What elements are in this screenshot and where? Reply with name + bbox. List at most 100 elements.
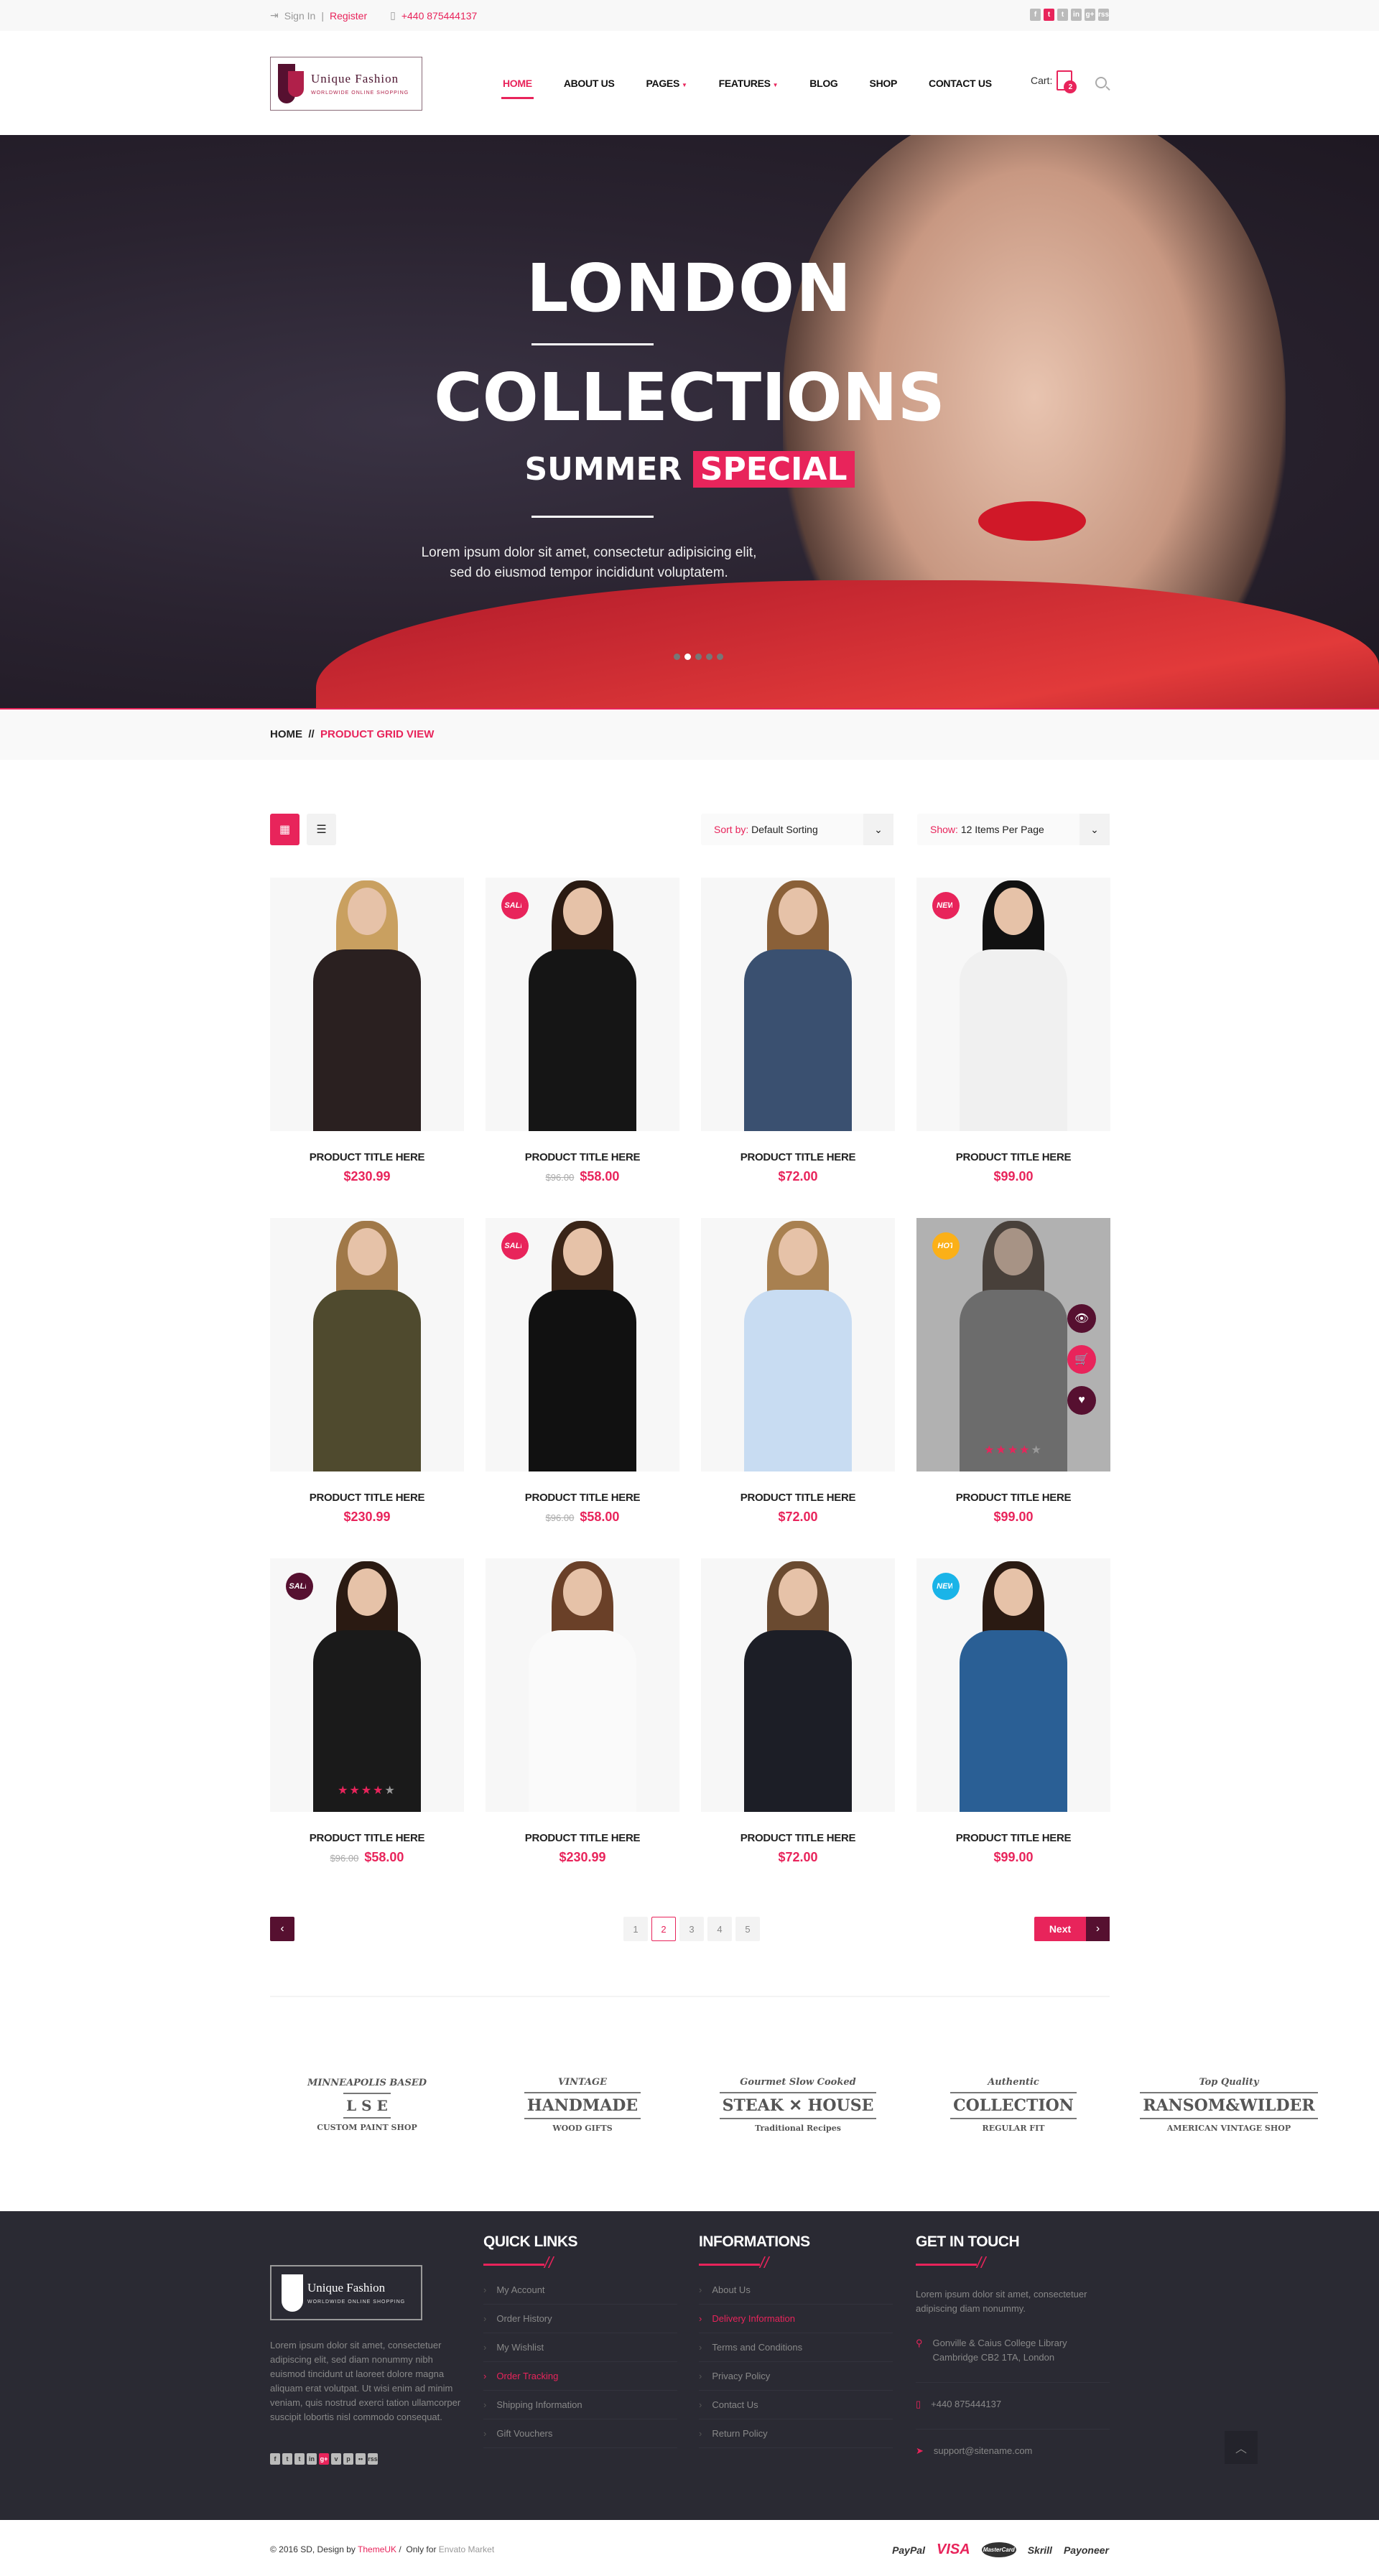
product-title[interactable]: PRODUCT TITLE HERE xyxy=(486,1492,679,1504)
product-title[interactable]: PRODUCT TITLE HERE xyxy=(486,1151,679,1163)
product-title[interactable]: PRODUCT TITLE HERE xyxy=(701,1492,895,1504)
footer-social-icon-2[interactable]: t xyxy=(294,2453,305,2465)
eye-button[interactable]: 👁 xyxy=(1067,1304,1096,1333)
product-image[interactable]: NEW xyxy=(916,1558,1110,1812)
nav-item-about-us[interactable]: ABOUT US xyxy=(564,78,615,89)
brand-logo[interactable]: Top Quality RANSOM&WILDER AMERICAN VINTAGE… xyxy=(1132,2063,1326,2146)
slider-dot[interactable] xyxy=(674,654,680,660)
product-title[interactable]: PRODUCT TITLE HERE xyxy=(916,1832,1110,1844)
nav-item-shop[interactable]: SHOP xyxy=(870,78,898,89)
product-card[interactable]: SALE PRODUCT TITLE HERE $96.00 $58.00 xyxy=(486,878,679,1184)
product-image[interactable] xyxy=(701,1218,895,1471)
slider-dot[interactable] xyxy=(684,654,691,660)
info-link[interactable]: Return Policy xyxy=(699,2419,893,2448)
quick-link[interactable]: Shipping Information xyxy=(483,2391,677,2419)
product-card[interactable]: PRODUCT TITLE HERE $230.99 xyxy=(486,1558,679,1865)
grid-view-button[interactable]: ▦ xyxy=(270,814,300,845)
brand-logo[interactable]: MINNEAPOLIS BASED L S E CUSTOM PAINT SHOP xyxy=(270,2063,464,2146)
slider-dot[interactable] xyxy=(706,654,712,660)
footer-social-icon-7[interactable]: •• xyxy=(356,2453,366,2465)
nav-item-pages[interactable]: PAGES ▼ xyxy=(646,78,687,89)
product-image[interactable]: 👁 🛒 ♥ HOT ★★★★★ xyxy=(916,1218,1110,1471)
sort-select[interactable]: Sort by: Default Sorting ⌄ xyxy=(701,814,893,845)
product-title[interactable]: PRODUCT TITLE HERE xyxy=(916,1492,1110,1504)
footer-social-icon-8[interactable]: rss xyxy=(368,2453,378,2465)
info-link[interactable]: About Us xyxy=(699,2276,893,2305)
product-card[interactable]: SALE ★★★★★ PRODUCT TITLE HERE $96.00 $58.00 xyxy=(270,1558,464,1865)
page-3[interactable]: 3 xyxy=(679,1917,704,1941)
footer-logo[interactable]: Unique Fashion WORLDWIDE ONLINE SHOPPING xyxy=(270,2265,422,2320)
brand-logo[interactable]: VINTAGE HANDMADE WOOD GIFTS xyxy=(486,2063,679,2146)
product-image[interactable]: SALE ★★★★★ xyxy=(270,1558,464,1812)
next-page-button[interactable]: Next › xyxy=(1034,1917,1110,1941)
product-title[interactable]: PRODUCT TITLE HERE xyxy=(916,1151,1110,1163)
quick-link[interactable]: My Wishlist xyxy=(483,2333,677,2362)
product-title[interactable]: PRODUCT TITLE HERE xyxy=(486,1832,679,1844)
brand-logo[interactable]: Authentic COLLECTION REGULAR FIT xyxy=(916,2063,1110,2146)
product-image[interactable] xyxy=(270,1218,464,1471)
product-card[interactable]: 👁 🛒 ♥ HOT ★★★★★ PRODUCT TITLE HERE $99.00 xyxy=(916,1218,1110,1525)
product-image[interactable]: SALE xyxy=(486,878,679,1131)
nav-item-blog[interactable]: BLOG xyxy=(809,78,838,89)
product-image[interactable]: SALE xyxy=(486,1218,679,1471)
sign-in-link[interactable]: Sign In xyxy=(284,10,316,22)
nav-item-home[interactable]: HOME xyxy=(501,78,534,99)
cart-button[interactable]: Cart: 2 xyxy=(1031,70,1077,93)
search-icon[interactable] xyxy=(1095,77,1107,88)
page-4[interactable]: 4 xyxy=(707,1917,732,1941)
product-card[interactable]: PRODUCT TITLE HERE $230.99 xyxy=(270,878,464,1184)
footer-social-icon-6[interactable]: p xyxy=(343,2453,353,2465)
page-1[interactable]: 1 xyxy=(623,1917,648,1941)
footer-social-icon-5[interactable]: v xyxy=(331,2453,341,2465)
heart-button[interactable]: ♥ xyxy=(1067,1386,1096,1415)
product-card[interactable]: SALE PRODUCT TITLE HERE $96.00 $58.00 xyxy=(486,1218,679,1525)
slider-dot[interactable] xyxy=(695,654,702,660)
social-icon-4[interactable]: g+ xyxy=(1085,9,1095,21)
footer-social-icon-4[interactable]: g+ xyxy=(319,2453,329,2465)
page-2[interactable]: 2 xyxy=(651,1917,676,1941)
list-view-button[interactable]: ☰ xyxy=(307,814,336,845)
product-card[interactable]: PRODUCT TITLE HERE $230.99 xyxy=(270,1218,464,1525)
logo[interactable]: Unique Fashion WORLDWIDE ONLINE SHOPPING xyxy=(270,57,422,111)
product-card[interactable]: NEW PRODUCT TITLE HERE $99.00 xyxy=(916,878,1110,1184)
nav-item-contact-us[interactable]: CONTACT US xyxy=(929,78,992,89)
product-title[interactable]: PRODUCT TITLE HERE xyxy=(701,1151,895,1163)
product-image[interactable] xyxy=(701,1558,895,1812)
quick-link[interactable]: Gift Vouchers xyxy=(483,2419,677,2448)
register-link[interactable]: Register xyxy=(330,10,367,22)
social-icon-5[interactable]: rss xyxy=(1098,9,1109,21)
product-card[interactable]: PRODUCT TITLE HERE $72.00 xyxy=(701,1218,895,1525)
designer-link[interactable]: ThemeUK xyxy=(358,2544,396,2554)
product-card[interactable]: PRODUCT TITLE HERE $72.00 xyxy=(701,1558,895,1865)
quick-link[interactable]: My Account xyxy=(483,2276,677,2305)
slider-dot[interactable] xyxy=(717,654,723,660)
product-image[interactable]: NEW xyxy=(916,878,1110,1131)
info-link[interactable]: Delivery Information xyxy=(699,2305,893,2333)
product-title[interactable]: PRODUCT TITLE HERE xyxy=(701,1832,895,1844)
contact-email[interactable]: support@sitename.com xyxy=(934,2444,1032,2458)
info-link[interactable]: Contact Us xyxy=(699,2391,893,2419)
market-link[interactable]: Envato Market xyxy=(439,2544,494,2554)
footer-social-icon-0[interactable]: f xyxy=(270,2453,280,2465)
product-card[interactable]: NEW PRODUCT TITLE HERE $99.00 xyxy=(916,1558,1110,1865)
page-5[interactable]: 5 xyxy=(735,1917,760,1941)
social-icon-2[interactable]: t xyxy=(1057,9,1068,21)
product-title[interactable]: PRODUCT TITLE HERE xyxy=(270,1492,464,1504)
prev-page-button[interactable]: ‹ xyxy=(270,1917,294,1941)
footer-social-icon-3[interactable]: in xyxy=(307,2453,317,2465)
quick-link[interactable]: Order History xyxy=(483,2305,677,2333)
social-icon-1[interactable]: t xyxy=(1044,9,1054,21)
info-link[interactable]: Privacy Policy xyxy=(699,2362,893,2391)
brand-logo[interactable]: Gourmet Slow Cooked STEAK ✕ HOUSE Traditio… xyxy=(701,2063,895,2146)
product-image[interactable] xyxy=(486,1558,679,1812)
breadcrumb-home[interactable]: HOME xyxy=(270,728,302,740)
product-title[interactable]: PRODUCT TITLE HERE xyxy=(270,1832,464,1844)
show-select[interactable]: Show: 12 Items Per Page ⌄ xyxy=(917,814,1110,845)
info-link[interactable]: Terms and Conditions xyxy=(699,2333,893,2362)
cart-button[interactable]: 🛒 xyxy=(1067,1345,1096,1374)
social-icon-0[interactable]: f xyxy=(1030,9,1041,21)
product-card[interactable]: PRODUCT TITLE HERE $72.00 xyxy=(701,878,895,1184)
social-icon-3[interactable]: in xyxy=(1071,9,1082,21)
product-title[interactable]: PRODUCT TITLE HERE xyxy=(270,1151,464,1163)
scroll-to-top-button[interactable]: ︿ xyxy=(1225,2431,1258,2464)
